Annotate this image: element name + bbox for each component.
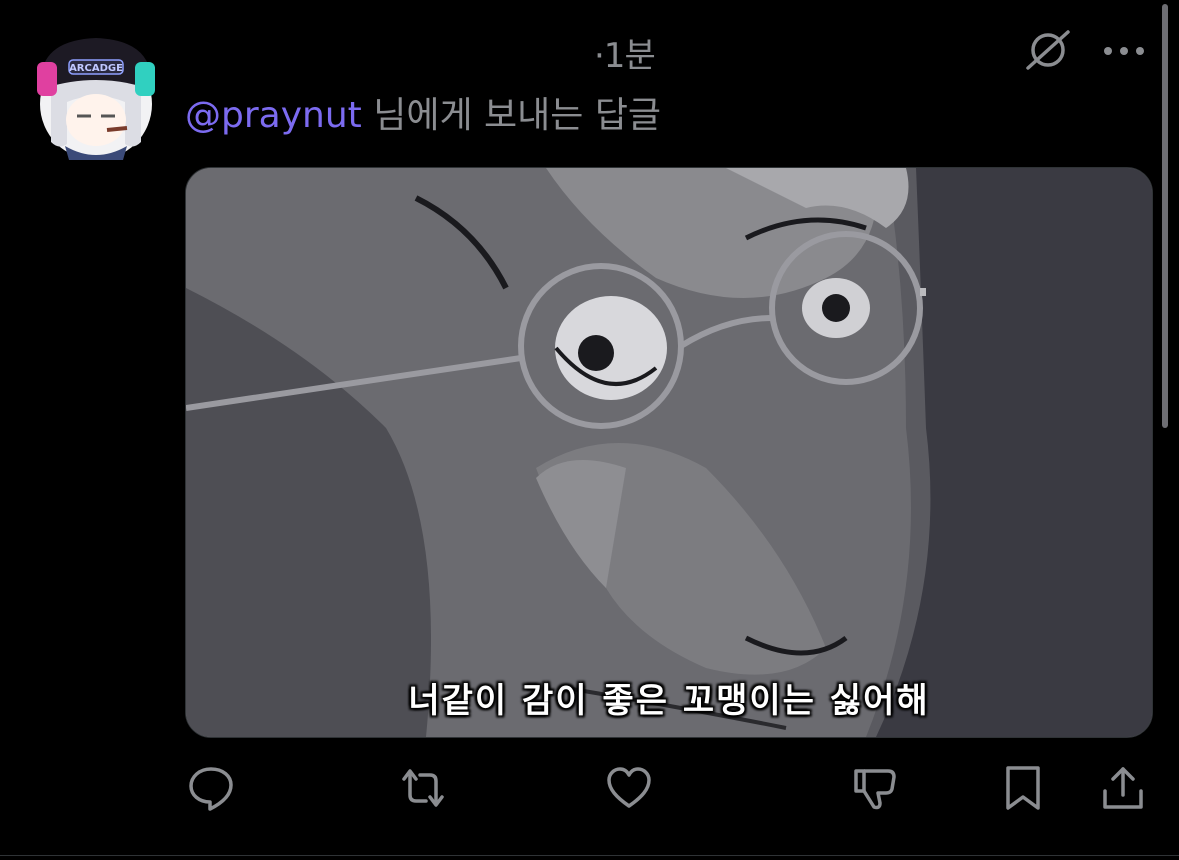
scrollbar-thumb[interactable] [1162,4,1168,428]
like-button[interactable] [604,765,654,811]
reply-context-text: 님에게 보내는 답글 [361,95,662,136]
reply-button[interactable] [186,765,236,811]
avatar[interactable]: ARCADGE [37,32,155,160]
reply-context: @praynut 님에게 보내는 답글 [185,86,661,138]
dislike-button[interactable] [850,765,900,811]
repost-button[interactable] [398,765,448,811]
media-image[interactable]: 너같이 감이 좋은 꼬맹이는 싫어해 [185,167,1153,738]
grok-icon[interactable] [1024,28,1072,72]
more-icon[interactable] [1102,42,1146,55]
divider [0,855,1179,856]
anime-still-illustration [186,168,1152,737]
cap-logo-text: ARCADGE [69,63,123,74]
scrollbar[interactable] [1160,0,1170,432]
timestamp[interactable]: ·1분 [594,28,656,77]
repost-icon [402,769,444,807]
share-button[interactable] [1098,765,1148,811]
media-subtitle: 너같이 감이 좋은 꼬맹이는 싫어해 [408,681,930,721]
share-icon [1103,767,1143,809]
reply-icon [189,767,233,811]
reply-mention-link[interactable]: @praynut [185,95,362,136]
bookmark-icon [1006,766,1040,810]
heart-icon [607,767,651,808]
thumbs-down-icon [854,769,896,810]
bookmark-button[interactable] [998,765,1048,811]
